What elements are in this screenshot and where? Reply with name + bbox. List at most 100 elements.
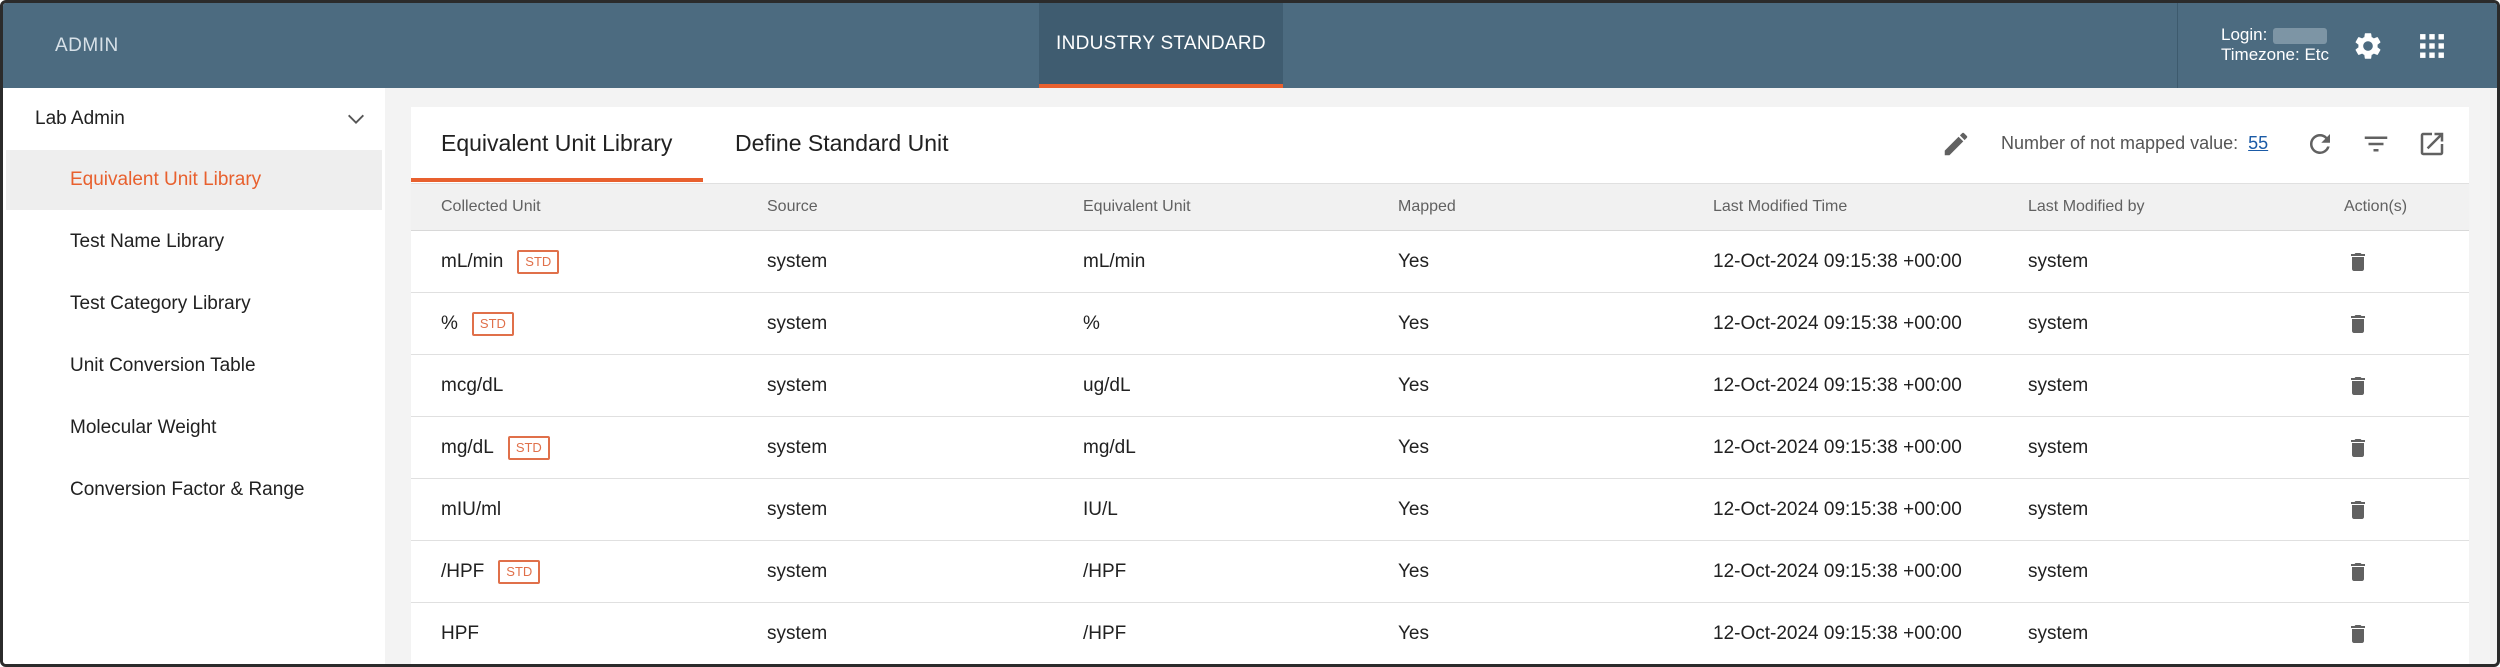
tab-define-standard-unit[interactable]: Define Standard Unit — [735, 107, 949, 182]
sidebar-item-test-category-library[interactable]: Test Category Library — [6, 274, 382, 334]
trash-icon[interactable] — [2346, 249, 2370, 275]
std-badge: STD — [517, 249, 560, 274]
nav-tab-admin[interactable]: ADMIN — [55, 3, 119, 88]
table-row[interactable]: % STD system % Yes 12-Oct-2024 09:15:38 +… — [411, 293, 2469, 355]
trash-icon[interactable] — [2346, 559, 2370, 585]
header-last-modified-time[interactable]: Last Modified Time — [1713, 184, 1847, 230]
login-label: Login: — [2221, 25, 2268, 44]
source: system — [767, 498, 828, 520]
std-badge: STD — [471, 311, 514, 336]
trash-icon[interactable] — [2346, 621, 2370, 647]
sidebar-item-test-name-library[interactable]: Test Name Library — [6, 212, 382, 272]
table-row[interactable]: mg/dL STD system mg/dL Yes 12-Oct-2024 09… — [411, 417, 2469, 479]
header-equivalent-unit[interactable]: Equivalent Unit — [1083, 184, 1191, 230]
source: system — [767, 374, 828, 396]
header-actions: Action(s) — [2344, 198, 2408, 215]
table-row[interactable]: HPF system /HPF Yes 12-Oct-2024 09:15:38… — [411, 603, 2469, 664]
app-window: ADMIN INDUSTRY STANDARD Login: Timezone:… — [0, 0, 2500, 667]
last-modified-time: 12-Oct-2024 09:15:38 +00:00 — [1713, 498, 1962, 520]
last-modified-time: 12-Oct-2024 09:15:38 +00:00 — [1713, 436, 1962, 458]
filter-icon[interactable] — [2361, 129, 2391, 159]
table-row[interactable]: mL/min STD system mL/min Yes 12-Oct-2024 … — [411, 231, 2469, 293]
table-row[interactable]: mIU/ml system IU/L Yes 12-Oct-2024 09:15… — [411, 479, 2469, 541]
sidebar-item-molecular-weight[interactable]: Molecular Weight — [6, 398, 382, 458]
equivalent-unit: IU/L — [1083, 498, 1118, 520]
last-modified-time: 12-Oct-2024 09:15:38 +00:00 — [1713, 622, 1962, 644]
pencil-icon[interactable] — [1941, 129, 1971, 159]
equivalent-unit: /HPF — [1083, 622, 1127, 644]
tab-equivalent-unit-library[interactable]: Equivalent Unit Library — [411, 107, 703, 182]
last-modified-by: system — [2028, 498, 2089, 520]
last-modified-time: 12-Oct-2024 09:15:38 +00:00 — [1713, 250, 1962, 272]
last-modified-by: system — [2028, 250, 2089, 272]
last-modified-by: system — [2028, 312, 2089, 334]
equivalent-unit: mL/min — [1083, 250, 1146, 272]
mapped: Yes — [1398, 622, 1429, 644]
equivalent-unit: /HPF — [1083, 560, 1127, 582]
collected-unit: % — [441, 312, 458, 334]
mapped: Yes — [1398, 436, 1429, 458]
trash-icon[interactable] — [2346, 435, 2370, 461]
sidebar-item-unit-conversion-table[interactable]: Unit Conversion Table — [6, 336, 382, 396]
mapped: Yes — [1398, 250, 1429, 272]
table-row[interactable]: mcg/dL system ug/dL Yes 12-Oct-2024 09:1… — [411, 355, 2469, 417]
mapped: Yes — [1398, 312, 1429, 334]
redacted-username — [2273, 27, 2328, 44]
mapped: Yes — [1398, 374, 1429, 396]
source: system — [767, 560, 828, 582]
equivalent-unit: % — [1083, 312, 1100, 334]
sidebar-section-lab-admin[interactable]: Lab Admin — [3, 88, 385, 150]
not-mapped-summary: Number of not mapped value: 55 — [2001, 107, 2268, 179]
trash-icon[interactable] — [2346, 373, 2370, 399]
collected-unit: /HPF — [441, 560, 485, 582]
equivalent-unit-table: Collected Unit Source Equivalent Unit Ma… — [411, 183, 2469, 664]
std-badge: STD — [507, 435, 550, 460]
equivalent-unit: ug/dL — [1083, 374, 1131, 396]
open-in-new-icon[interactable] — [2417, 129, 2447, 159]
not-mapped-count-link[interactable]: 55 — [2248, 133, 2268, 153]
last-modified-by: system — [2028, 560, 2089, 582]
last-modified-time: 12-Oct-2024 09:15:38 +00:00 — [1713, 560, 1962, 582]
collected-unit: mL/min — [441, 250, 504, 272]
last-modified-by: system — [2028, 374, 2089, 396]
collected-unit: mg/dL — [441, 436, 494, 458]
sidebar-item-conversion-factor-range[interactable]: Conversion Factor & Range — [6, 460, 382, 520]
header-source[interactable]: Source — [767, 184, 818, 230]
source: system — [767, 312, 828, 334]
sidebar-section-label: Lab Admin — [35, 108, 125, 129]
mapped: Yes — [1398, 560, 1429, 582]
sidebar-item-equivalent-unit-library[interactable]: Equivalent Unit Library — [6, 150, 382, 210]
collected-unit: mcg/dL — [441, 374, 504, 396]
header-last-modified-by[interactable]: Last Modified by — [2028, 184, 2145, 230]
nav-tab-industry-standard[interactable]: INDUSTRY STANDARD — [1039, 3, 1283, 88]
std-badge: STD — [498, 559, 541, 584]
last-modified-by: system — [2028, 436, 2089, 458]
source: system — [767, 622, 828, 644]
top-navigation-bar: ADMIN INDUSTRY STANDARD Login: Timezone:… — [3, 3, 2497, 88]
table-row[interactable]: /HPF STD system /HPF Yes 12-Oct-2024 09:1… — [411, 541, 2469, 603]
header-collected-unit[interactable]: Collected Unit — [441, 184, 541, 230]
last-modified-time: 12-Oct-2024 09:15:38 +00:00 — [1713, 312, 1962, 334]
tab-bar: Equivalent Unit Library Define Standard … — [411, 107, 2469, 182]
table-header: Collected Unit Source Equivalent Unit Ma… — [411, 183, 2469, 231]
mapped: Yes — [1398, 498, 1429, 520]
collected-unit: HPF — [441, 622, 479, 644]
last-modified-by: system — [2028, 622, 2089, 644]
sidebar: Lab Admin Equivalent Unit Library Test N… — [3, 88, 385, 664]
timezone-label: Timezone: Etc — [2221, 45, 2330, 64]
source: system — [767, 250, 828, 272]
user-info: Login: Timezone: Etc — [2221, 25, 2329, 65]
header-mapped[interactable]: Mapped — [1398, 184, 1456, 230]
topbar-divider — [2177, 3, 2178, 88]
trash-icon[interactable] — [2346, 497, 2370, 523]
main-panel: Equivalent Unit Library Define Standard … — [411, 107, 2469, 664]
source: system — [767, 436, 828, 458]
last-modified-time: 12-Oct-2024 09:15:38 +00:00 — [1713, 374, 1962, 396]
trash-icon[interactable] — [2346, 311, 2370, 337]
chevron-down-icon[interactable] — [345, 108, 367, 130]
apps-grid-icon[interactable] — [2419, 33, 2445, 59]
collected-unit: mIU/ml — [441, 498, 502, 520]
refresh-icon[interactable] — [2305, 129, 2335, 159]
gear-icon[interactable] — [2352, 30, 2384, 62]
not-mapped-label: Number of not mapped value: — [2001, 133, 2239, 153]
